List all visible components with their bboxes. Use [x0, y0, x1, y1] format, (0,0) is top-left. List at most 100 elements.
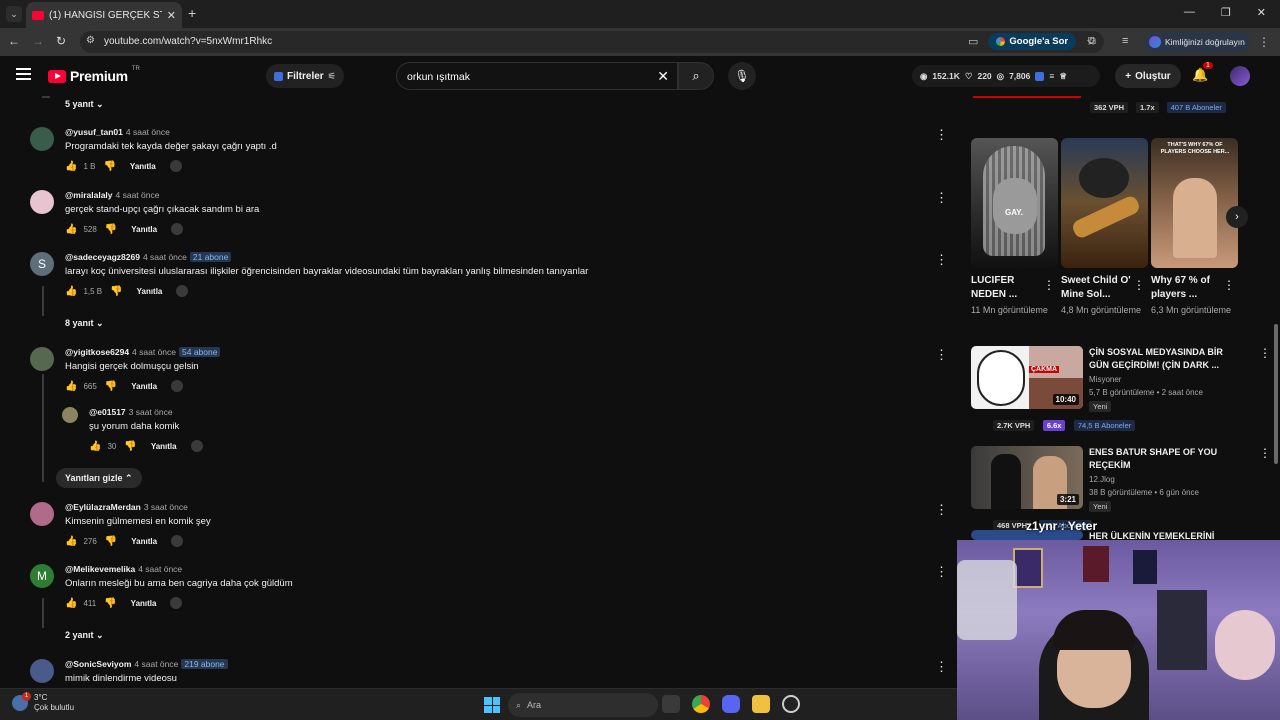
- comment-time[interactable]: 3 saat önce: [144, 502, 188, 512]
- short-menu-icon[interactable]: ⋮: [1043, 278, 1055, 292]
- filters-button[interactable]: Filtreler ⚟: [266, 64, 344, 88]
- dislike-icon[interactable]: 👎: [105, 536, 117, 547]
- discord-icon[interactable]: [722, 695, 740, 713]
- weather-widget[interactable]: 1 3°C Çok bulutlu: [12, 692, 74, 713]
- reply-button[interactable]: Yanıtla: [131, 382, 157, 391]
- dislike-icon[interactable]: 👎: [110, 286, 122, 297]
- comment-author[interactable]: @Melikevemelika: [65, 564, 135, 574]
- file-explorer-icon[interactable]: [752, 695, 770, 713]
- shelf-next-icon[interactable]: ›: [1226, 206, 1248, 228]
- reply-button[interactable]: Yanıtla: [131, 537, 157, 546]
- replies-toggle[interactable]: 5 yanıt ⌄: [65, 99, 104, 110]
- dislike-icon[interactable]: 👎: [105, 224, 117, 235]
- recommended-video[interactable]: HER ÜLKENİN YEMEKLERİNİ: [971, 530, 1271, 540]
- comment-author[interactable]: @EylülazraMerdan: [65, 502, 141, 512]
- address-bar[interactable]: ⚙ youtube.com/watch?v=5nxWmr1Rhkc ▭ Goog…: [80, 31, 1104, 53]
- clear-search-icon[interactable]: ✕: [657, 68, 669, 85]
- comment-time[interactable]: 4 saat önce: [134, 659, 178, 669]
- channel-name[interactable]: Misyoner: [1089, 375, 1121, 384]
- avatar[interactable]: M: [30, 564, 54, 588]
- comment-time[interactable]: 4 saat önce: [143, 252, 187, 262]
- avatar[interactable]: [62, 407, 78, 423]
- dislike-icon[interactable]: 👎: [124, 441, 136, 452]
- youtube-premium-logo[interactable]: Premium TR: [48, 66, 140, 84]
- comment-menu-icon[interactable]: ⋮: [935, 252, 948, 268]
- close-window-icon[interactable]: ✕: [1257, 6, 1266, 19]
- reply-button[interactable]: Yanıtla: [131, 599, 157, 608]
- video-thumbnail[interactable]: ÇAKMA 10:40: [971, 346, 1083, 409]
- like-icon[interactable]: 👍: [65, 536, 77, 547]
- channel-name[interactable]: 12.Jlog: [1089, 475, 1115, 484]
- comment-author[interactable]: @yusuf_tan01: [65, 127, 123, 137]
- cast-icon[interactable]: ▭: [968, 35, 978, 48]
- back-icon[interactable]: ←: [8, 34, 20, 48]
- search-button[interactable]: ⌕: [678, 62, 714, 90]
- extension-icon[interactable]: [1035, 71, 1045, 81]
- video-title[interactable]: ÇİN SOSYAL MEDYASINDA BİR GÜN GEÇİRDİM! …: [1089, 346, 1239, 372]
- minimize-icon[interactable]: —: [1184, 6, 1195, 19]
- like-icon[interactable]: 👍: [65, 224, 77, 235]
- comment-menu-icon[interactable]: ⋮: [935, 564, 948, 580]
- short-menu-icon[interactable]: ⋮: [1133, 278, 1145, 292]
- comment-time[interactable]: 4 saat önce: [138, 564, 182, 574]
- comment-time[interactable]: 4 saat önce: [126, 127, 170, 137]
- tab-search-icon[interactable]: ⌄: [6, 6, 22, 22]
- reload-icon[interactable]: ↻: [56, 34, 66, 48]
- comment-menu-icon[interactable]: ⋮: [935, 502, 948, 518]
- comment-menu-icon[interactable]: ⋮: [935, 659, 948, 675]
- video-title[interactable]: ENES BATUR SHAPE OF YOU REÇEKİM: [1089, 446, 1239, 472]
- short-menu-icon[interactable]: ⋮: [1223, 278, 1235, 292]
- task-view-icon[interactable]: [662, 695, 680, 713]
- restore-icon[interactable]: ❐: [1221, 6, 1231, 19]
- comment-time[interactable]: 4 saat önce: [116, 190, 160, 200]
- comment-author[interactable]: @yigitkose6294: [65, 347, 129, 357]
- video-thumbnail[interactable]: 3:21: [971, 446, 1083, 509]
- comment-menu-icon[interactable]: ⋮: [935, 127, 948, 143]
- recommended-video[interactable]: 3:21 ENES BATUR SHAPE OF YOU REÇEKİM 12.…: [971, 446, 1271, 531]
- hide-replies-button[interactable]: Yanıtları gizle ⌃: [56, 468, 142, 488]
- short-thumbnail[interactable]: GAY.: [971, 138, 1058, 268]
- dislike-icon[interactable]: 👎: [103, 161, 115, 172]
- reply-button[interactable]: Yanıtla: [130, 162, 156, 171]
- comment-time[interactable]: 4 saat önce: [132, 347, 176, 357]
- comment-author[interactable]: @e01517: [89, 407, 126, 417]
- browser-menu-icon[interactable]: ⋮: [1258, 35, 1270, 49]
- avatar[interactable]: [30, 127, 54, 151]
- google-sor-button[interactable]: Google'a Sor: [988, 33, 1077, 50]
- like-icon[interactable]: 👍: [89, 441, 101, 452]
- windows-start-icon[interactable]: [484, 697, 500, 713]
- short-title[interactable]: LUCIFER NEDEN ...: [971, 274, 1041, 302]
- hamburger-menu-icon[interactable]: [16, 68, 31, 83]
- search-input[interactable]: orkun ışıtmak ✕: [396, 62, 678, 90]
- like-icon[interactable]: 👍: [65, 598, 77, 609]
- site-info-icon[interactable]: ⚙: [86, 35, 95, 46]
- list-icon[interactable]: ≡: [1049, 71, 1054, 81]
- avatar[interactable]: [30, 502, 54, 526]
- tab-close-icon[interactable]: ✕: [167, 9, 176, 22]
- short-thumbnail[interactable]: [1061, 138, 1148, 268]
- reply-button[interactable]: Yanıtla: [137, 287, 163, 296]
- comment-author[interactable]: @SonicSeviyom: [65, 659, 131, 669]
- chrome-icon[interactable]: [692, 695, 710, 713]
- short-title[interactable]: Sweet Child O' Mine Sol...: [1061, 274, 1131, 302]
- short-title[interactable]: Why 67 % of players ...: [1151, 274, 1221, 302]
- short-thumbnail[interactable]: THAT'S WHY 67% OF PLAYERS CHOOSE HER...: [1151, 138, 1238, 268]
- create-button[interactable]: + Oluştur: [1115, 64, 1181, 88]
- comment-author[interactable]: @sadeceyagz8269: [65, 252, 140, 262]
- like-icon[interactable]: 👍: [65, 161, 77, 172]
- avatar[interactable]: [30, 347, 54, 371]
- notifications-bell-icon[interactable]: 🔔: [1192, 67, 1208, 83]
- scrollbar-thumb[interactable]: [1274, 324, 1278, 464]
- comment-time[interactable]: 3 saat önce: [129, 407, 173, 417]
- video-menu-icon[interactable]: ⋮: [1259, 446, 1271, 460]
- browser-tab-active[interactable]: (1) HANGİSİ GERÇEK STAND-UP ✕: [26, 2, 182, 28]
- video-title[interactable]: HER ÜLKENİN YEMEKLERİNİ: [1089, 530, 1239, 540]
- reply-button[interactable]: Yanıtla: [151, 442, 177, 451]
- avatar[interactable]: S: [30, 252, 54, 276]
- reply-button[interactable]: Yanıtla: [131, 225, 157, 234]
- comment-menu-icon[interactable]: ⋮: [935, 347, 948, 363]
- new-tab-icon[interactable]: +: [188, 5, 196, 21]
- like-icon[interactable]: 👍: [65, 381, 77, 392]
- recommended-video[interactable]: ÇAKMA 10:40 ÇİN SOSYAL MEDYASINDA BİR GÜ…: [971, 346, 1271, 431]
- replies-toggle[interactable]: 8 yanıt ⌄: [65, 318, 104, 329]
